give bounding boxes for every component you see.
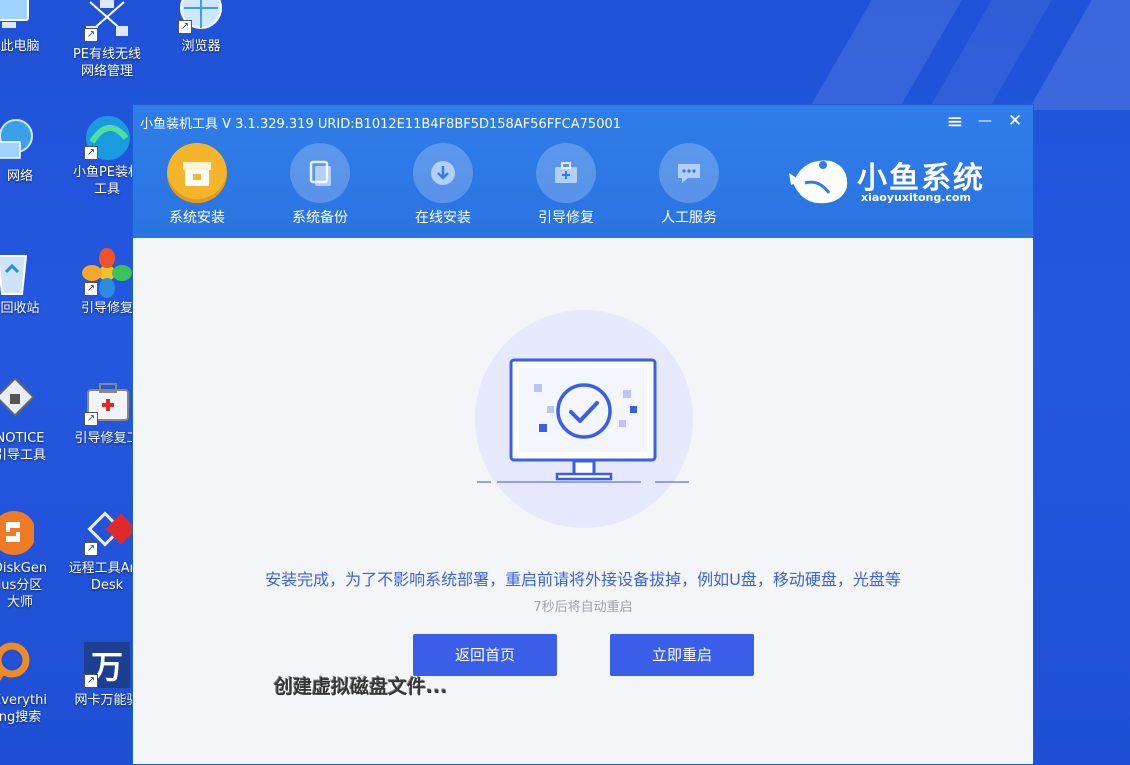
pinwheel-icon: ↗ — [82, 248, 132, 298]
brand-url: xiaoyuxitong.com — [861, 191, 971, 204]
reboot-now-button[interactable]: 立即重启 — [610, 634, 754, 676]
chat-icon — [659, 143, 719, 203]
desktop-icon-label: NOTICE引导工具 — [0, 431, 46, 463]
network-globe-icon — [0, 116, 34, 166]
installer-window: 小鱼装机工具 V 3.1.329.319 URID:B1012E11B4F8BF… — [132, 104, 1034, 765]
desktop-icon-this-pc[interactable]: 此电脑 — [0, 0, 48, 55]
window-title: 小鱼装机工具 V 3.1.329.319 URID:B1012E11B4F8BF… — [140, 117, 622, 132]
shortcut-arrow-icon: ↗ — [84, 412, 98, 426]
network-manager-icon: ↗ — [82, 0, 132, 44]
menu-icon[interactable]: ≡ — [943, 109, 967, 133]
shortcut-arrow-icon: ↗ — [84, 28, 98, 42]
brand-logo: 小鱼系统 xiaoyuxitong.com — [789, 149, 989, 209]
nav-tab-label: 引导修复 — [538, 210, 594, 226]
desktop-icon-label: PE有线无线网络管理 — [72, 47, 142, 79]
nav-tab-label: 系统备份 — [292, 210, 348, 226]
desktop-icon-recycle-bin[interactable]: 回收站 — [0, 248, 48, 317]
desktop-icon-label: 回收站 — [0, 301, 40, 316]
shortcut-arrow-icon: ↗ — [84, 146, 98, 160]
desktop-icon-pe-network-manager[interactable]: ↗ PE有线无线网络管理 — [68, 0, 146, 80]
install-complete-panel: 安装完成，为了不影响系统部署，重启前请将外接设备拔掉，例如U盘，移动硬盘，光盘等… — [133, 238, 1033, 764]
desktop-icon-browser[interactable]: ↗ 浏览器 — [162, 0, 240, 55]
desktop-icon-label: 网络 — [6, 169, 33, 184]
install-complete-message: 安装完成，为了不影响系统部署，重启前请将外接设备拔掉，例如U盘，移动硬盘，光盘等 — [265, 570, 901, 589]
nav-tab-label: 人工服务 — [661, 210, 717, 226]
desktop-icon-label: Everything搜索 — [0, 693, 47, 725]
back-to-home-button[interactable]: 返回首页 — [413, 634, 557, 676]
edge-browser-icon: ↗ — [82, 112, 132, 162]
nav-tab-human-service[interactable]: 人工服务 — [647, 143, 731, 227]
backup-icon — [290, 143, 350, 203]
first-aid-kit-icon: ↗ — [82, 378, 132, 428]
reboot-countdown: 7秒后将自动重启 — [533, 600, 633, 615]
toolbox-icon — [536, 143, 596, 203]
desktop-icon-label: 此电脑 — [0, 39, 40, 54]
desktop-icon-label: 浏览器 — [181, 39, 221, 54]
window-controls: ≡ — ✕ — [943, 109, 1027, 133]
anydesk-icon: ↗ — [82, 508, 137, 558]
shortcut-arrow-icon: ↗ — [84, 282, 98, 296]
wan-driver-icon: 万 ↗ — [82, 640, 132, 690]
desktop-icon-network[interactable]: 网络 — [0, 116, 48, 185]
monitor-check-icon — [477, 358, 689, 483]
shortcut-arrow-icon: ↗ — [84, 674, 98, 688]
nav-tab-system-backup[interactable]: 系统备份 — [278, 143, 362, 227]
disk-tool-icon — [0, 377, 35, 428]
desktop-light-streak — [1028, 0, 1130, 110]
virtual-disk-status-overlay: 创建虚拟磁盘文件... — [274, 676, 448, 698]
nav-tab-label: 在线安装 — [415, 210, 471, 226]
fish-logo-icon — [789, 160, 848, 204]
close-icon[interactable]: ✕ — [1003, 109, 1027, 133]
main-nav: 系统安装 系统备份 在线安装 引导修复 人工服务 — [155, 143, 731, 227]
window-header: 小鱼装机工具 V 3.1.329.319 URID:B1012E11B4F8BF… — [133, 105, 1033, 238]
nav-tab-system-install[interactable]: 系统安装 — [155, 143, 239, 227]
package-icon — [167, 143, 227, 203]
nav-tab-label: 系统安装 — [169, 210, 225, 226]
nav-tab-online-install[interactable]: 在线安装 — [401, 143, 485, 227]
shortcut-arrow-icon: ↗ — [84, 542, 98, 556]
desktop-icon-everything[interactable]: Everything搜索 — [0, 640, 48, 726]
globe-browser-icon: ↗ — [176, 0, 226, 36]
desktop-icon-label: DiskGenius分区大师 — [0, 561, 48, 610]
desktop-icon-notice-boot-tool[interactable]: NOTICE引导工具 — [0, 377, 48, 464]
shortcut-arrow-icon: ↗ — [178, 20, 192, 34]
recycle-bin-icon — [0, 248, 34, 298]
minimize-icon[interactable]: — — [973, 109, 997, 133]
computer-icon — [0, 0, 34, 36]
diskgenius-icon — [0, 508, 36, 558]
desktop-icon-diskgenius[interactable]: DiskGenius分区大师 — [0, 508, 48, 611]
nav-tab-boot-repair[interactable]: 引导修复 — [524, 143, 608, 227]
download-icon — [413, 143, 473, 203]
magnifier-icon — [0, 640, 34, 690]
